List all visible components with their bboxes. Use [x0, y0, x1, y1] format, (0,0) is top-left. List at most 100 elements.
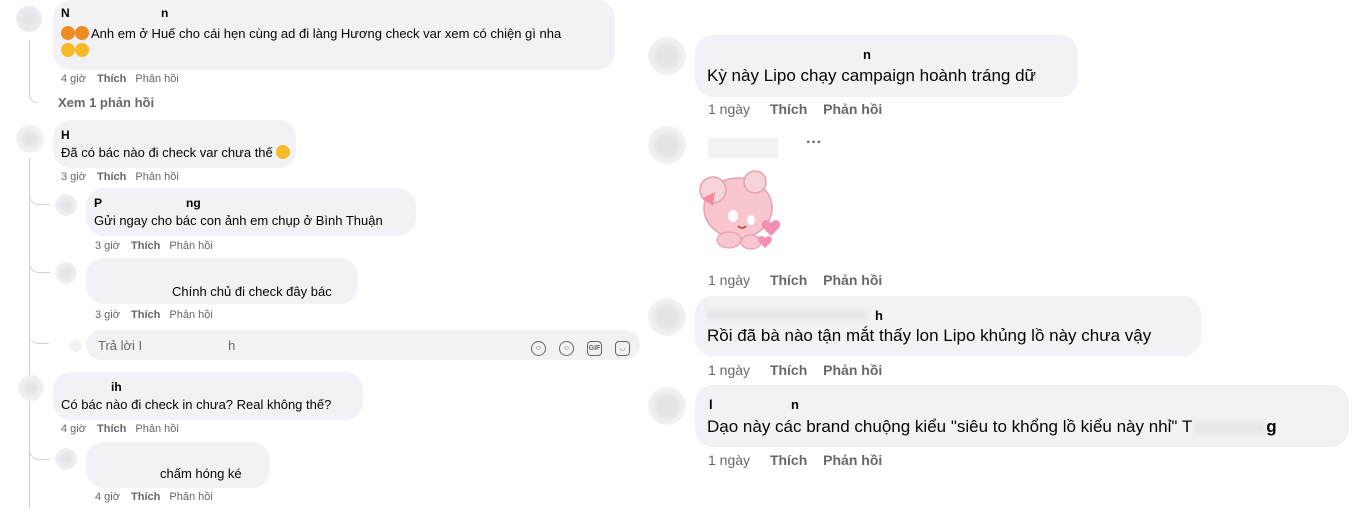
like-button[interactable]: Thích — [131, 240, 160, 252]
reply-input-tools: ☺ ☺ GIF ◡ — [518, 337, 630, 356]
timestamp: 1 ngày — [708, 101, 751, 117]
comment-meta: 4 giờ Thích Phản hồi — [61, 73, 185, 85]
reply-input[interactable]: Trả lời Ih ☺ ☺ GIF ◡ — [86, 330, 640, 360]
reply-button[interactable]: Phản hồi — [823, 272, 882, 288]
commenter-name[interactable]: H — [61, 128, 70, 142]
reply-button[interactable]: Phản hồi — [823, 101, 882, 117]
laughing-emoji-icon — [276, 145, 291, 159]
reply-text: Chính chủ đi check đây bác — [172, 284, 332, 299]
commenter-name[interactable]: l — [709, 397, 713, 412]
timestamp: 1 ngày — [708, 362, 751, 378]
avatar[interactable] — [648, 387, 686, 425]
avatar[interactable] — [16, 125, 44, 153]
reply-button[interactable]: Phản hồi — [169, 240, 212, 252]
reply-bubble: chấm hóng ké — [86, 442, 270, 488]
avatar[interactable] — [648, 37, 686, 75]
timestamp: 4 giờ — [61, 423, 86, 435]
comment-meta: 3 giờ Thích Phản hồi — [61, 171, 185, 183]
timestamp: 3 giờ — [95, 240, 120, 252]
redacted-name — [708, 138, 778, 158]
comment-bubble: H Đã có bác nào đi check var chưa thế — [53, 120, 296, 168]
avatar[interactable] — [18, 375, 44, 401]
reply-text: Gửi ngay cho bác con ảnh em chụp ở Bình … — [94, 213, 383, 228]
commenter-name[interactable]: ih — [111, 380, 122, 394]
more-options-button[interactable]: ··· — [806, 134, 822, 152]
timestamp: 3 giờ — [61, 171, 86, 183]
commenter-name[interactable]: N — [61, 6, 70, 20]
reply-meta: 3 giờ Thích Phản hồi — [95, 240, 219, 252]
like-button[interactable]: Thích — [770, 452, 807, 468]
reply-input-placeholder: Trả lời Ih — [98, 338, 236, 353]
comment-meta: 4 giờ Thích Phản hồi — [61, 423, 185, 435]
like-button[interactable]: Thích — [770, 362, 807, 378]
like-button[interactable]: Thích — [97, 171, 126, 183]
reply-button[interactable]: Phản hồi — [169, 309, 212, 321]
thread-line — [29, 325, 49, 344]
timestamp: 4 giờ — [61, 73, 86, 85]
thinking-emoji-icon — [75, 43, 89, 57]
comment-bubble: h Rồi đã bà nào tận mắt thấy lon Lipo kh… — [695, 296, 1201, 356]
reply-meta: 4 giờ Thích Phản hồi — [95, 491, 219, 503]
comment-bubble: l n Dạo này các brand chuộng kiểu "siêu … — [695, 385, 1349, 447]
comment-text: Đã có bác nào đi check var chưa thế — [61, 144, 291, 161]
emoji-icon[interactable]: ☺ — [559, 341, 574, 356]
comment-meta: 1 ngày Thích Phản hồi — [708, 362, 894, 378]
comment-text: Dạo này các brand chuộng kiểu "siêu to k… — [707, 417, 1277, 436]
reply-bubble: P ng Gửi ngay cho bác con ảnh em chụp ở … — [86, 188, 416, 236]
comment-text: Có bác nào đi check in chưa? Real không … — [61, 397, 332, 412]
comment-meta: 1 ngày Thích Phản hồi — [708, 101, 894, 117]
like-button[interactable]: Thích — [131, 491, 160, 503]
commenter-name-tail: n — [161, 6, 169, 20]
like-button[interactable]: Thích — [97, 73, 126, 85]
avatar[interactable] — [648, 298, 686, 336]
avatar[interactable] — [55, 194, 77, 216]
avatar[interactable] — [16, 6, 42, 32]
commenter-name[interactable]: P — [94, 196, 102, 210]
thread-line — [29, 190, 50, 205]
commenter-name-tail: ng — [186, 196, 201, 210]
sparkle-emoji-icon — [75, 26, 89, 40]
sparkle-emoji-icon — [61, 26, 75, 40]
see-replies-link[interactable]: Xem 1 phản hồi — [58, 95, 154, 110]
avatar[interactable] — [55, 448, 77, 470]
reply-button[interactable]: Phản hồi — [135, 73, 178, 85]
reply-button[interactable]: Phản hồi — [135, 171, 178, 183]
timestamp: 1 ngày — [708, 272, 751, 288]
comment-bubble: N n Anh em ở Huế cho cái hẹn cùng ad đi … — [53, 0, 615, 70]
thinking-emoji-icon — [61, 43, 75, 57]
reply-meta: 3 giờ Thích Phản hồi — [95, 309, 219, 321]
thread-line — [29, 258, 50, 273]
comment-text: Kỳ này Lipo chạy campaign hoành tráng dữ — [707, 66, 1036, 85]
reply-bubble: Chính chủ đi check đây bác — [86, 258, 358, 304]
commenter-name[interactable]: n — [863, 47, 871, 62]
comment-text: Rồi đã bà nào tận mắt thấy lon Lipo khủn… — [707, 326, 1152, 345]
like-button[interactable]: Thích — [97, 423, 126, 435]
like-button[interactable]: Thích — [131, 309, 160, 321]
like-button[interactable]: Thích — [770, 101, 807, 117]
reply-button[interactable]: Phản hồi — [135, 423, 178, 435]
thread-line — [29, 445, 50, 460]
timestamp: 3 giờ — [95, 309, 120, 321]
reply-button[interactable]: Phản hồi — [823, 452, 882, 468]
gif-icon[interactable]: GIF — [587, 341, 602, 356]
avatar[interactable] — [648, 126, 686, 164]
comment-bubble: ih Có bác nào đi check in chưa? Real khô… — [53, 372, 363, 420]
avatar[interactable] — [55, 262, 77, 284]
reply-button[interactable]: Phản hồi — [169, 491, 212, 503]
comment-meta: 1 ngày Thích Phản hồi — [708, 452, 894, 468]
comment-text: Anh em ở Huế cho cái hẹn cùng ad đi làng… — [61, 25, 611, 59]
comment-meta: 1 ngày Thích Phản hồi — [708, 272, 894, 288]
timestamp: 4 giờ — [95, 491, 120, 503]
timestamp: 1 ngày — [708, 452, 751, 468]
commenter-name[interactable]: h — [875, 308, 883, 323]
redacted-name — [707, 310, 867, 320]
sticker-image — [693, 168, 795, 258]
thread-line — [29, 40, 38, 103]
comment-bubble: n Kỳ này Lipo chạy campaign hoành tráng … — [695, 35, 1078, 97]
avatar — [70, 340, 82, 352]
reply-text: chấm hóng ké — [160, 466, 242, 481]
sticker-icon[interactable]: ◡ — [615, 341, 630, 356]
like-button[interactable]: Thích — [770, 272, 807, 288]
avatar-sticker-icon[interactable]: ☺ — [531, 341, 546, 356]
reply-button[interactable]: Phản hồi — [823, 362, 882, 378]
